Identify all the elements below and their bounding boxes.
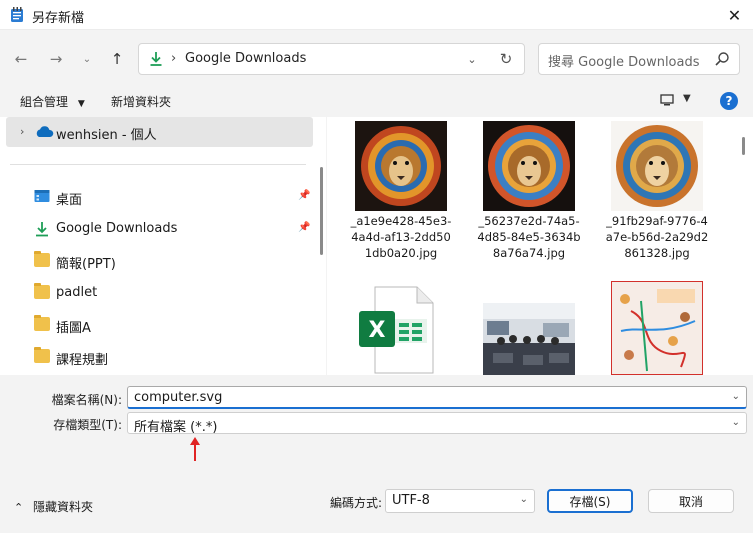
recent-locations-button[interactable]: ⌄ [76,48,98,70]
file-thumbnail-excel[interactable]: X [355,285,447,375]
close-button[interactable]: ✕ [716,0,753,30]
sidebar-item-label: 課程規劃 [56,353,109,368]
notepad-icon [11,7,23,22]
up-button[interactable]: ↑ [106,48,128,70]
annotation-arrow-icon [190,437,200,461]
onedrive-label: wenhsien - 個人 [56,128,157,143]
hide-folders-toggle[interactable]: ⌃ 隱藏資料夾 [14,498,93,515]
download-icon [150,52,162,66]
sidebar-item-folder[interactable]: 插圖A [0,309,314,341]
refresh-button[interactable]: ↻ [496,49,516,69]
help-icon[interactable]: ? [720,92,738,110]
address-text: Google Downloads [185,51,307,66]
save-button[interactable]: 存檔(S) [547,489,633,513]
filetype-select[interactable]: 所有檔案 (*.*) ⌄ [127,412,747,435]
lion-image [355,121,447,211]
cancel-button[interactable]: 取消 [648,489,734,513]
filetype-value: 所有檔案 (*.*) [134,420,218,435]
chevron-right-icon[interactable]: › [20,125,24,138]
chevron-down-icon[interactable]: ⌄ [732,417,740,428]
lion-image [611,121,703,211]
breadcrumb-chevron-icon: › [171,51,177,66]
encoding-value: UTF-8 [392,493,430,508]
chevron-down-icon: ⌄ [82,53,92,65]
search-icon [715,52,729,66]
arrow-up-icon: ↑ [110,50,124,68]
arrow-left-icon: ← [14,50,28,68]
search-box[interactable]: 搜尋 Google Downloads [538,43,740,75]
close-icon: ✕ [727,5,742,25]
sidebar-item-folder[interactable]: padlet [0,277,314,309]
folder-icon [34,251,50,267]
sidebar-item-folder[interactable]: 簡報(PPT) [0,245,314,277]
onedrive-cloud-icon [36,126,54,137]
encoding-select[interactable]: UTF-8 ⌄ [385,489,535,513]
navigation-pane: › wenhsien - 個人 桌面 📌 Google Downloads 📌 … [0,117,326,375]
file-list: _a1e9e428-45e3-4a4d-af13-2dd501db0a20.jp… [327,117,753,375]
sidebar-item-label: Google Downloads [56,221,178,236]
file-name[interactable]: _a1e9e428-45e3-4a4d-af13-2dd501db0a20.jp… [349,213,453,261]
sidebar-item-label: 簡報(PPT) [56,257,116,272]
sidebar-item-google-downloads[interactable]: Google Downloads 📌 [0,213,314,245]
folder-icon [34,347,50,363]
filename-value: computer.svg [134,390,223,405]
classroom-photo-image [483,303,575,375]
file-thumbnail-lion[interactable] [355,121,447,211]
search-placeholder: 搜尋 Google Downloads [548,55,700,70]
view-dropdown-icon[interactable]: ▼ [683,93,691,104]
address-bar[interactable]: › Google Downloads ⌄ ↻ [138,43,525,75]
map-image [610,280,704,375]
chevron-down-icon[interactable]: ⌄ [732,391,740,402]
download-icon [36,222,48,237]
desktop-icon [34,190,50,202]
sidebar-item-folder[interactable]: 課程規劃 [0,341,314,373]
chevron-down-icon: ⌄ [467,52,477,66]
sidebar-scrollbar[interactable] [320,167,323,255]
save-form: 檔案名稱(N): computer.svg ⌄ 存檔類型(T): 所有檔案 (*… [0,375,753,533]
command-bar: 組合管理 ▼ 新增資料夾 ▼ ? [0,85,753,117]
organize-label: 組合管理 [20,95,69,109]
file-thumbnail-lion[interactable] [611,121,703,211]
pin-icon: 📌 [298,222,311,233]
filename-label: 檔案名稱(N): [51,393,122,407]
sidebar-divider [10,164,306,165]
navigation-bar: ← → ⌄ ↑ › Google Downloads ⌄ ↻ 搜尋 Google… [0,30,753,85]
filetype-label: 存檔類型(T): [53,418,122,432]
folder-icon [34,315,50,331]
chevron-up-icon: ⌃ [14,501,24,514]
new-folder-button[interactable]: 新增資料夾 [111,93,171,110]
chevron-down-icon[interactable]: ⌄ [520,494,528,505]
refresh-icon: ↻ [499,50,513,68]
forward-button[interactable]: → [45,48,67,70]
caret-down-icon: ▼ [77,99,85,109]
sidebar-item-label: 插圖A [56,321,91,336]
back-button[interactable]: ← [10,48,32,70]
file-thumbnail-lion[interactable] [483,121,575,211]
file-name[interactable]: _91fb29af-9776-4a7e-b56d-2a29d2861328.jp… [605,213,709,261]
file-thumbnail-map[interactable] [610,280,704,375]
folder-icon [34,283,50,299]
organize-menu[interactable]: 組合管理 ▼ [20,93,85,110]
excel-file-icon: X [359,286,434,374]
lion-image [483,121,575,211]
svg-text:X: X [369,318,386,343]
pin-icon: 📌 [298,190,311,201]
address-history-button[interactable]: ⌄ [462,49,482,69]
file-name[interactable]: _56237e2d-74a5-4d85-84e5-3634b8a76a74.jp… [477,213,581,261]
filename-input[interactable]: computer.svg ⌄ [127,386,747,409]
title-bar: 另存新檔 ✕ [0,0,753,30]
sidebar-item-onedrive[interactable]: › wenhsien - 個人 [6,117,313,147]
sidebar-item-label: 桌面 [56,193,83,208]
sidebar-item-desktop[interactable]: 桌面 📌 [0,181,314,213]
encoding-label: 編碼方式: [330,496,383,510]
file-list-scrollbar[interactable] [742,137,745,155]
sidebar-item-label: padlet [56,285,98,300]
view-options-icon[interactable] [660,94,674,106]
window-title: 另存新檔 [32,11,85,26]
arrow-right-icon: → [49,50,63,68]
hide-folders-label: 隱藏資料夾 [33,500,94,514]
file-thumbnail-photo[interactable] [483,303,575,375]
